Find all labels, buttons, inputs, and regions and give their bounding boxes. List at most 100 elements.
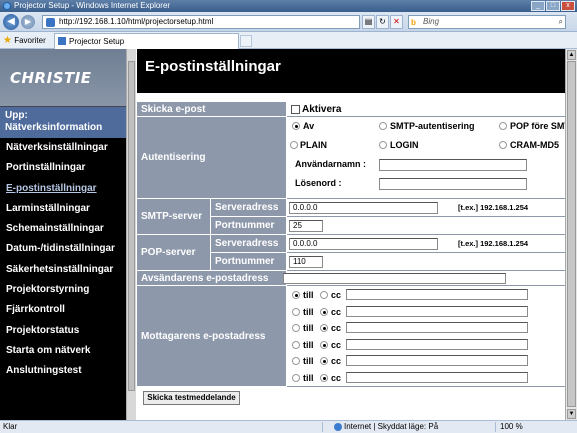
auth-plain-radio-left[interactable] bbox=[290, 141, 298, 149]
to-radio[interactable] bbox=[292, 324, 300, 332]
address-url: http://192.168.1.10/html/projectorsetup.… bbox=[59, 17, 214, 26]
to-radio[interactable] bbox=[292, 307, 300, 316]
auth-label: Autentisering bbox=[137, 117, 287, 199]
to-radio[interactable] bbox=[292, 357, 300, 365]
pop-example: [t.ex.] 192.168.1.254 bbox=[458, 239, 529, 248]
pop-port-input[interactable]: 110 bbox=[289, 256, 323, 268]
recipient-input[interactable] bbox=[346, 289, 528, 300]
cc-label: cc bbox=[331, 339, 342, 350]
main-frame-scrollbar[interactable]: ▲ ▼ bbox=[565, 49, 577, 420]
main-scroll-thumb[interactable] bbox=[567, 61, 576, 407]
nav-item[interactable]: Säkerhetsinställningar bbox=[0, 260, 126, 280]
recipient-input[interactable] bbox=[346, 305, 528, 317]
tab-page-icon bbox=[58, 37, 66, 45]
tab-projector-setup[interactable]: Projector Setup bbox=[54, 33, 239, 49]
nav-list: Nätverksinställningar Portinställningar E-… bbox=[0, 138, 126, 382]
send-test-button[interactable]: Skicka testmeddelande bbox=[143, 391, 240, 405]
nav-item[interactable]: Fjärrkontroll bbox=[0, 300, 126, 320]
cc-label: cc bbox=[331, 323, 342, 333]
recipient-input[interactable] bbox=[346, 322, 528, 333]
pop-port-label: Portnummer bbox=[211, 253, 287, 271]
nav-up-link[interactable]: Upp: Nätverksinformation bbox=[0, 107, 126, 138]
auth-cram-radio[interactable] bbox=[499, 141, 507, 149]
security-zone[interactable]: Internet | Skyddat läge: På bbox=[332, 421, 438, 433]
auth-plain-radio[interactable] bbox=[379, 141, 387, 149]
left-frame-scrollbar[interactable] bbox=[126, 49, 136, 420]
to-radio[interactable] bbox=[292, 291, 300, 299]
page-icon bbox=[46, 18, 55, 27]
favorites-button[interactable]: ★ Favoriter bbox=[3, 35, 46, 47]
to-label: till bbox=[303, 290, 314, 300]
cc-radio[interactable] bbox=[320, 340, 328, 349]
nav-item[interactable]: Portinställningar bbox=[0, 158, 126, 178]
smtp-example: [t.ex.] 192.168.1.254 bbox=[458, 203, 529, 212]
password-input[interactable] bbox=[379, 178, 527, 190]
nav-item[interactable]: Anslutningstest bbox=[0, 361, 126, 381]
auth-off-radio[interactable] bbox=[292, 122, 300, 130]
cc-radio[interactable] bbox=[320, 357, 328, 365]
cc-radio[interactable] bbox=[320, 373, 328, 382]
to-label: till bbox=[303, 372, 314, 383]
bing-icon: b bbox=[411, 18, 416, 27]
sender-input[interactable] bbox=[283, 273, 506, 284]
forward-button[interactable]: ▶ bbox=[21, 15, 35, 29]
nav-item[interactable]: Datum-/tidinställningar bbox=[0, 239, 126, 259]
smtp-port-label: Portnummer bbox=[211, 217, 287, 235]
close-window-button[interactable]: x bbox=[561, 1, 575, 11]
scroll-down-icon[interactable]: ▼ bbox=[567, 409, 576, 419]
address-field[interactable]: http://192.168.1.10/html/projectorsetup.… bbox=[42, 15, 360, 29]
pop-address-cell: 0.0.0.0 [t.ex.] 192.168.1.254 bbox=[287, 235, 565, 253]
cc-radio[interactable] bbox=[320, 291, 328, 299]
send-email-label: Skicka e-post bbox=[137, 102, 287, 117]
smtp-port-input[interactable]: 25 bbox=[289, 220, 323, 232]
minimize-button[interactable]: _ bbox=[531, 1, 545, 11]
recipient-input[interactable] bbox=[346, 338, 528, 350]
nav-item[interactable]: Projektorstatus bbox=[0, 321, 126, 341]
new-tab-button[interactable] bbox=[240, 35, 252, 47]
to-radio[interactable] bbox=[292, 340, 300, 349]
compat-view-icon[interactable]: ▤ bbox=[362, 15, 375, 29]
enable-checkbox[interactable] bbox=[291, 105, 300, 114]
send-email-cell: Aktivera bbox=[287, 102, 565, 117]
search-field[interactable]: b Bing ⌕ bbox=[408, 15, 566, 29]
recipient-input[interactable] bbox=[346, 371, 528, 383]
maximize-button[interactable]: □ bbox=[546, 1, 560, 11]
window-title: Projector Setup - Windows Internet Explo… bbox=[14, 1, 171, 10]
window-controls: _ □ x bbox=[531, 1, 575, 11]
search-placeholder: Bing bbox=[423, 17, 440, 26]
auth-smtp-radio[interactable] bbox=[379, 122, 387, 130]
nav-item[interactable]: Starta om nätverk bbox=[0, 341, 126, 361]
recipients-cell: till cc till cc till cc till cc till cc till cc bbox=[287, 286, 565, 387]
favorites-bar: ★ Favoriter Projector Setup bbox=[0, 32, 577, 49]
cc-radio[interactable] bbox=[320, 324, 328, 332]
to-radio[interactable] bbox=[292, 373, 300, 382]
cc-label: cc bbox=[331, 356, 342, 366]
auth-pop-radio[interactable] bbox=[499, 122, 507, 130]
status-bar: Klar Internet | Skyddat läge: På 100 % bbox=[0, 420, 577, 433]
smtp-address-input[interactable]: 0.0.0.0 bbox=[289, 202, 438, 214]
recipient-input[interactable] bbox=[346, 355, 528, 366]
nav-item[interactable]: Larminställningar bbox=[0, 199, 126, 219]
cc-radio[interactable] bbox=[320, 307, 328, 316]
stop-icon[interactable]: ✕ bbox=[390, 15, 403, 29]
to-label: till bbox=[303, 356, 314, 366]
zoom-level[interactable]: 100 % bbox=[500, 421, 523, 433]
cc-label: cc bbox=[331, 290, 342, 300]
back-button[interactable]: ◀ bbox=[3, 14, 19, 30]
to-label: till bbox=[303, 323, 314, 333]
nav-item[interactable]: Schemainställningar bbox=[0, 219, 126, 239]
username-input[interactable] bbox=[379, 159, 527, 171]
logo-area: CHRISTIE bbox=[0, 49, 126, 107]
smtp-port-cell: 25 bbox=[287, 217, 565, 235]
scroll-up-icon[interactable]: ▲ bbox=[567, 50, 576, 60]
refresh-icon[interactable]: ↻ bbox=[376, 15, 389, 29]
nav-item[interactable]: Nätverksinställningar bbox=[0, 138, 126, 158]
scroll-thumb[interactable] bbox=[128, 61, 135, 391]
address-toolbar: ◀ ▶ http://192.168.1.10/html/projectorse… bbox=[0, 12, 577, 32]
auth-plain-label: PLAIN bbox=[300, 140, 327, 150]
nav-item[interactable]: E-postinställningar bbox=[0, 179, 126, 199]
nav-item[interactable]: Projektorstyrning bbox=[0, 280, 126, 300]
search-icon[interactable]: ⌕ bbox=[559, 16, 563, 28]
pop-address-input[interactable]: 0.0.0.0 bbox=[289, 238, 438, 250]
status-text: Klar bbox=[3, 422, 18, 431]
